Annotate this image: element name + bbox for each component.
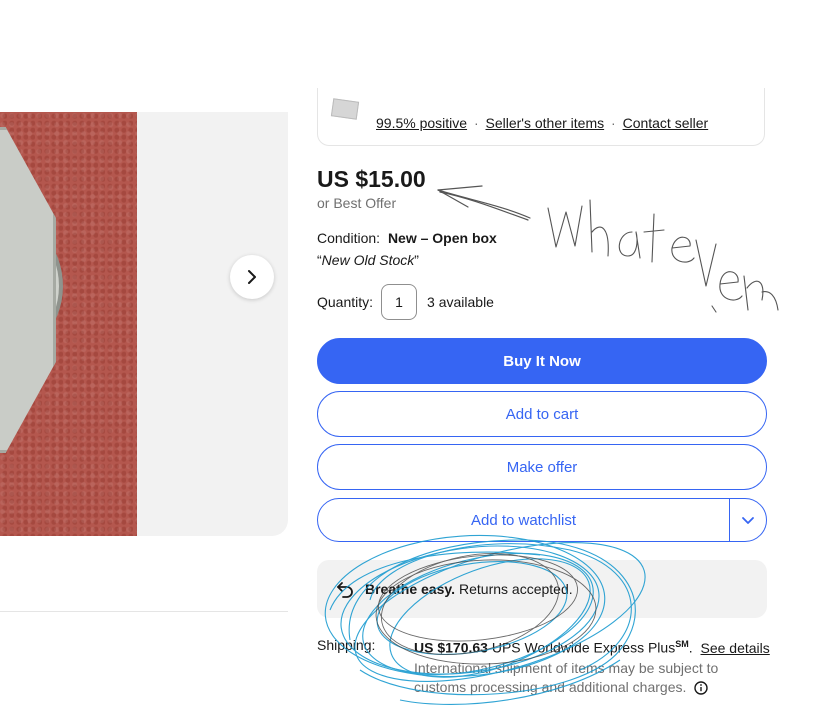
- shipping-price: US $170.63: [414, 639, 488, 656]
- returns-banner: Breathe easy. Returns accepted.: [317, 560, 767, 618]
- watchlist-dropdown-button[interactable]: [730, 499, 766, 541]
- next-image-button[interactable]: [230, 255, 274, 299]
- section-divider: [0, 611, 288, 612]
- shipping-service: UPS Worldwide Express Plus: [491, 639, 676, 656]
- shipping-info: US $170.63 UPS Worldwide Express PlusSM.…: [414, 639, 770, 656]
- quantity-label: Quantity:: [317, 294, 374, 310]
- info-icon[interactable]: [694, 681, 708, 695]
- seller-other-items-link[interactable]: Seller's other items: [486, 115, 605, 131]
- contact-seller-link[interactable]: Contact seller: [623, 115, 709, 131]
- condition-value: New – Open box: [387, 230, 497, 246]
- shipping-label: Shipping:: [317, 637, 376, 653]
- available-count: 3 available: [427, 294, 494, 310]
- seller-avatar[interactable]: [330, 98, 360, 120]
- shipping-note: International shipment of items may be s…: [414, 659, 734, 697]
- watchlist-button-group: Add to watchlist: [317, 498, 767, 542]
- quantity-input[interactable]: [381, 284, 418, 320]
- make-offer-button[interactable]: Make offer: [317, 444, 767, 490]
- return-arrow-icon: [337, 582, 353, 598]
- add-to-cart-button[interactable]: Add to cart: [317, 391, 767, 437]
- hand-drawn-arrow: [437, 185, 531, 221]
- returns-text: Returns accepted.: [459, 581, 573, 597]
- see-details-link[interactable]: See details: [701, 640, 770, 656]
- buy-it-now-button[interactable]: Buy It Now: [317, 338, 767, 384]
- shipping-note-text: International shipment of items may be s…: [414, 660, 719, 695]
- handwritten-word: [547, 199, 779, 313]
- chevron-down-icon: [742, 517, 754, 524]
- separator: ·: [473, 115, 479, 131]
- seller-card: 99.5% positive · Seller's other items · …: [317, 88, 765, 146]
- add-to-watchlist-button[interactable]: Add to watchlist: [318, 499, 730, 541]
- seller-feedback-link[interactable]: 99.5% positive: [376, 115, 467, 131]
- product-photo[interactable]: [0, 112, 137, 536]
- image-gallery: [0, 112, 288, 536]
- service-mark: SM: [675, 639, 689, 649]
- condition-label: Condition:: [317, 230, 381, 246]
- condition-note-text: New Old Stock: [321, 252, 415, 268]
- photo-flange: [0, 127, 56, 453]
- best-offer-text: or Best Offer: [317, 195, 397, 211]
- condition-note: “New Old Stock”: [317, 252, 419, 268]
- item-price: US $15.00: [317, 166, 426, 192]
- quantity-row: Quantity: 3 available: [317, 284, 494, 320]
- chevron-right-icon: [248, 270, 256, 284]
- returns-headline: Breathe easy.: [365, 581, 456, 597]
- separator: ·: [611, 115, 616, 131]
- condition: Condition: New – Open box: [317, 230, 497, 246]
- seller-links: 99.5% positive · Seller's other items · …: [376, 115, 708, 131]
